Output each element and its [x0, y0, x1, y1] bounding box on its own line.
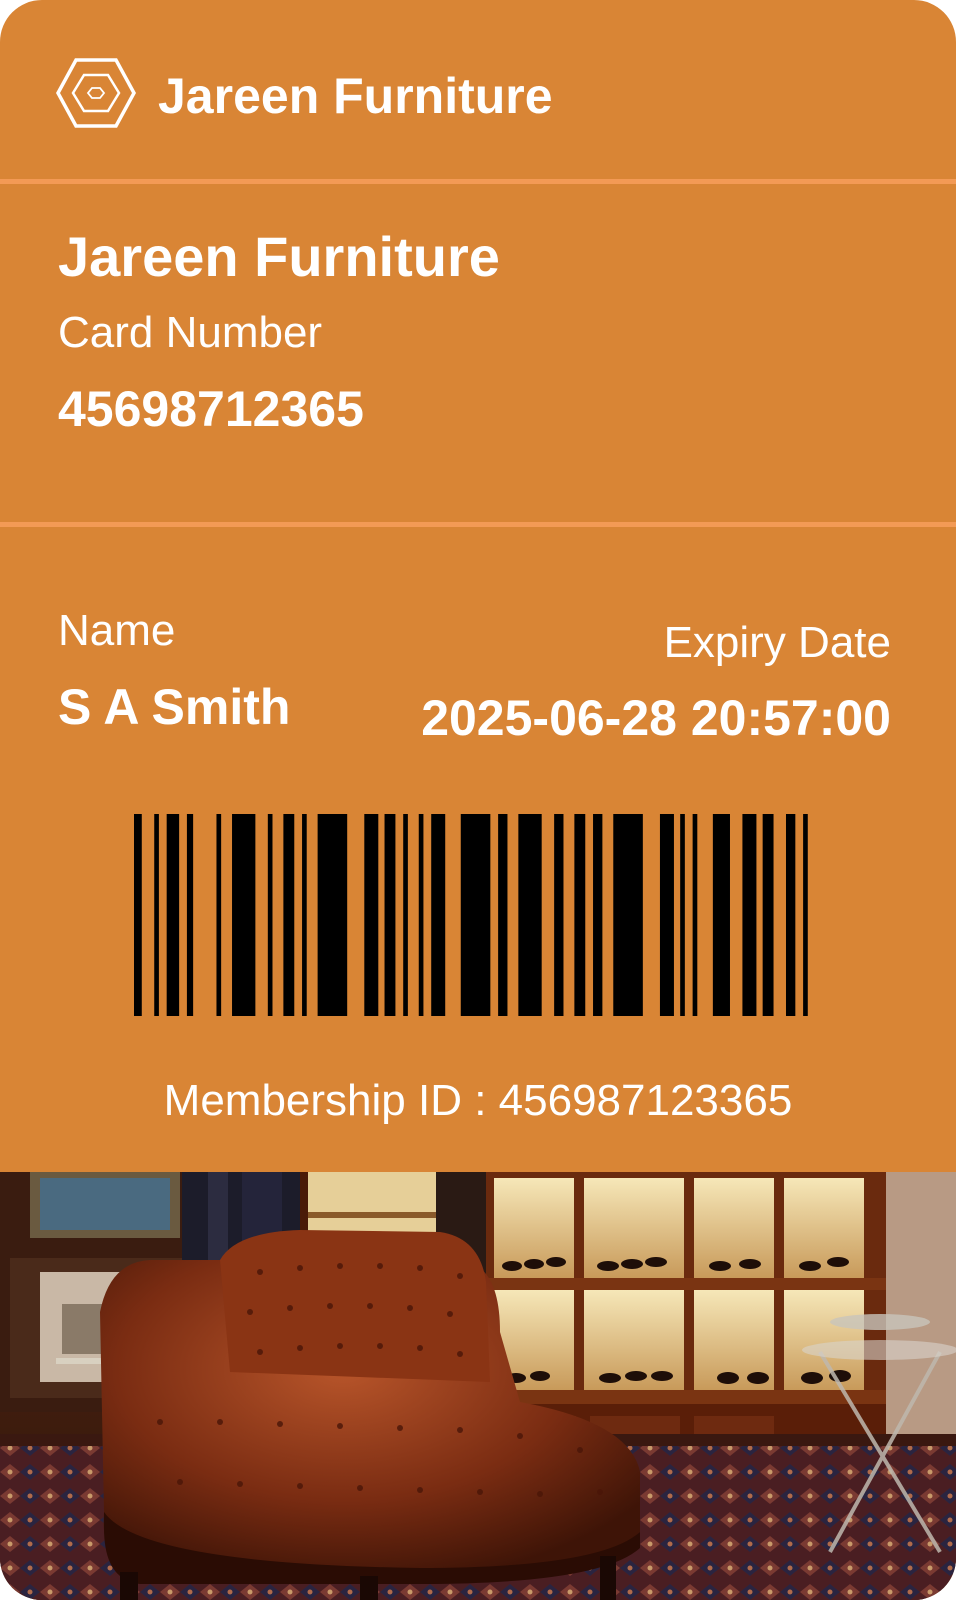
barcode: [134, 814, 808, 1016]
showroom-photo: [0, 1172, 956, 1600]
barcode-bar: [283, 814, 295, 1016]
card-number-value: 45698712365: [58, 381, 364, 437]
barcode-bar: [154, 814, 159, 1016]
barcode-bar: [692, 814, 698, 1016]
barcode-bar: [317, 814, 348, 1016]
barcode-bar: [803, 814, 808, 1016]
name-value: S A Smith: [58, 679, 291, 735]
barcode-bar: [186, 814, 194, 1016]
barcode-bar: [460, 814, 491, 1016]
card-header: Jareen Furniture: [0, 0, 956, 181]
store-name: Jareen Furniture: [58, 225, 500, 288]
divider: [0, 179, 956, 184]
barcode-bar: [134, 814, 142, 1016]
card-number-label: Card Number: [58, 308, 323, 357]
barcode-bar: [384, 814, 396, 1016]
membership-card: Jareen Furniture Jareen Furniture Card N…: [0, 0, 956, 1600]
barcode-bar: [418, 814, 424, 1016]
name-label: Name: [58, 606, 176, 655]
barcode-bar: [216, 814, 222, 1016]
barcode-bar: [762, 814, 774, 1016]
barcode-bar: [593, 814, 603, 1016]
hexagon-logo-icon: [56, 58, 136, 128]
divider: [0, 522, 956, 527]
barcode-bar: [659, 814, 674, 1016]
barcode-bar: [403, 814, 408, 1016]
barcode-bar: [232, 814, 256, 1016]
barcode-bar: [498, 814, 508, 1016]
barcode-bar: [518, 814, 542, 1016]
barcode-bar: [431, 814, 446, 1016]
barcode-bar: [166, 814, 180, 1016]
barcode-bar: [742, 814, 757, 1016]
barcode-bar: [302, 814, 307, 1016]
barcode-bar: [613, 814, 643, 1016]
barcode-bar: [785, 814, 796, 1016]
barcode-bar: [712, 814, 730, 1016]
barcode-bar: [574, 814, 586, 1016]
membership-id: Membership ID : 456987123365: [163, 1076, 793, 1125]
barcode-bar: [267, 814, 273, 1016]
barcode-bar: [554, 814, 564, 1016]
header-title: Jareen Furniture: [158, 68, 553, 124]
barcode-bar: [364, 814, 379, 1016]
expiry-date-value: 2025-06-28 20:57:00: [421, 690, 891, 746]
expiry-date-label: Expiry Date: [663, 618, 891, 667]
barcode-bar: [680, 814, 685, 1016]
